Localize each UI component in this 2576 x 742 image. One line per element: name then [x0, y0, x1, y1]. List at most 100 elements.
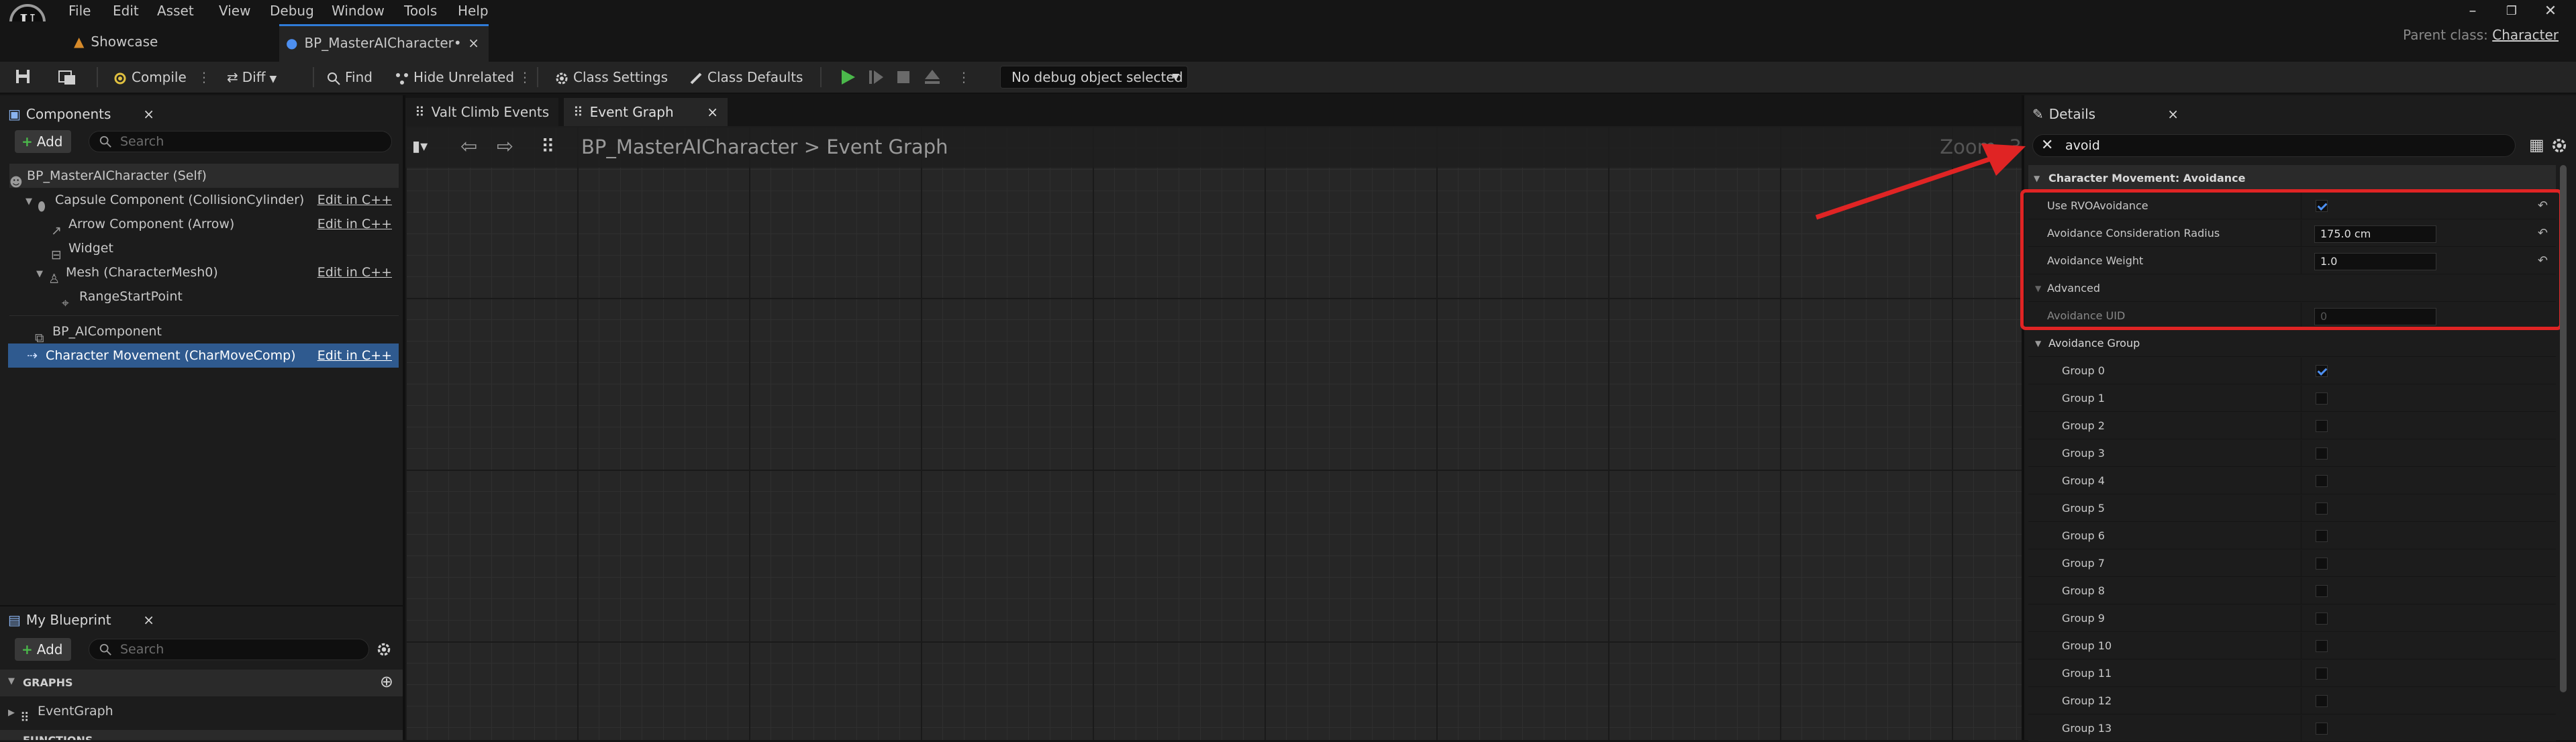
- play-button[interactable]: [839, 62, 856, 93]
- group-checkbox[interactable]: [2316, 585, 2328, 597]
- gear-icon: [556, 72, 568, 84]
- event-graph-label: EventGraph: [38, 704, 113, 719]
- close-tab-icon[interactable]: ×: [468, 26, 479, 60]
- menu-window[interactable]: Window: [332, 0, 385, 21]
- group-checkbox[interactable]: [2316, 530, 2328, 542]
- tab-event-graph[interactable]: ⠿ Event Graph ×: [564, 98, 728, 126]
- forward-arrow-icon[interactable]: ⇨: [497, 126, 513, 168]
- menu-tools[interactable]: Tools: [404, 0, 437, 21]
- menu-view[interactable]: View: [219, 0, 250, 21]
- group-checkbox[interactable]: [2316, 502, 2328, 515]
- compile-options-icon[interactable]: ⋮: [197, 62, 211, 93]
- add-graph-icon[interactable]: ⊕: [380, 672, 393, 691]
- tab-components[interactable]: ▣ Components ×: [0, 101, 164, 127]
- minimize-icon[interactable]: –: [2459, 3, 2486, 19]
- clear-search-icon[interactable]: ✕: [2041, 135, 2053, 156]
- close-window-icon[interactable]: ✕: [2537, 3, 2564, 19]
- breadcrumb: BP_MasterAICharacter > Event Graph: [581, 126, 948, 168]
- hide-unrelated-options-icon[interactable]: ⋮: [518, 62, 532, 93]
- menu-help[interactable]: Help: [458, 0, 489, 21]
- arrow-icon: ↗: [51, 223, 62, 238]
- class-settings-button[interactable]: Class Settings: [554, 62, 668, 93]
- plus-icon: +: [21, 641, 33, 657]
- eject-button[interactable]: [924, 62, 941, 93]
- avoidance-group-header[interactable]: ▼ Avoidance Group: [2028, 330, 2556, 357]
- functions-section-header[interactable]: FUNCTIONS: [0, 730, 403, 740]
- expand-triangle-icon[interactable]: ▼: [26, 190, 38, 214]
- save-icon[interactable]: [15, 62, 31, 93]
- tree-item-bp-aicomponent[interactable]: ⧉ BP_AIComponent: [35, 319, 399, 346]
- close-tab-icon[interactable]: ×: [143, 101, 154, 127]
- hide-unrelated-button[interactable]: Hide Unrelated: [395, 62, 514, 93]
- edit-in-cpp-link[interactable]: Edit in C++: [317, 212, 392, 236]
- tree-item-self[interactable]: ☻ BP_MasterAICharacter (Self): [9, 164, 399, 190]
- edit-in-cpp-link[interactable]: Edit in C++: [317, 260, 392, 284]
- widget-icon: ⊟: [51, 247, 62, 262]
- grid-view-icon[interactable]: ▦: [2529, 136, 2544, 154]
- tab-bp-master-ai-character[interactable]: ● BP_MasterAICharacter• ×: [279, 24, 489, 62]
- group-checkbox[interactable]: [2316, 668, 2328, 680]
- tab-my-blueprint[interactable]: ▤ My Blueprint ×: [0, 606, 164, 633]
- close-tab-icon[interactable]: ×: [143, 606, 154, 633]
- components-search-input[interactable]: Search: [89, 131, 392, 152]
- close-tab-icon[interactable]: ×: [707, 98, 718, 126]
- collapse-triangle-icon[interactable]: ▶: [8, 701, 20, 725]
- tree-item-arrow[interactable]: ↗ Arrow Component (Arrow) Edit in C++: [51, 212, 399, 238]
- class-settings-label: Class Settings: [573, 69, 668, 85]
- group-checkbox[interactable]: [2316, 475, 2328, 487]
- parent-class-link[interactable]: Character: [2492, 27, 2559, 43]
- browse-icon[interactable]: [58, 62, 78, 93]
- tab-showcase[interactable]: ▲ Showcase: [74, 25, 262, 58]
- graphs-section-header[interactable]: ▼ GRAPHS ⊕: [0, 670, 403, 696]
- group-checkbox[interactable]: [2316, 640, 2328, 652]
- breadcrumb-graph[interactable]: Event Graph: [826, 136, 948, 158]
- add-component-button[interactable]: + Add: [15, 130, 71, 153]
- debug-object-select[interactable]: No debug object selected ▼: [1000, 66, 1188, 89]
- menu-asset[interactable]: Asset: [157, 0, 194, 21]
- tab-details[interactable]: ✎ Details ×: [2024, 101, 2188, 127]
- tab-valt-climb-events[interactable]: ⠿ Valt Climb Events: [405, 98, 558, 126]
- back-arrow-icon[interactable]: ⇦: [460, 126, 477, 168]
- group-checkbox[interactable]: [2316, 723, 2328, 735]
- group-checkbox[interactable]: [2316, 392, 2328, 405]
- stop-button[interactable]: [895, 62, 911, 93]
- restore-icon[interactable]: ❐: [2498, 4, 2525, 18]
- tree-item-mesh[interactable]: ▼ ♙ Mesh (CharacterMesh0) Edit in C++: [36, 260, 399, 286]
- tree-item-widget[interactable]: ⊟ Widget: [51, 236, 399, 262]
- play-options-icon[interactable]: ⋮: [957, 62, 971, 93]
- menu-debug[interactable]: Debug: [270, 0, 314, 21]
- step-button[interactable]: [867, 62, 885, 93]
- menu-edit[interactable]: Edit: [113, 0, 139, 21]
- graph-canvas[interactable]: [405, 126, 2022, 740]
- group-label: Group 3: [2062, 447, 2105, 460]
- breadcrumb-blueprint[interactable]: BP_MasterAICharacter: [581, 136, 797, 158]
- group-checkbox[interactable]: [2316, 365, 2328, 377]
- class-defaults-button[interactable]: Class Defaults: [689, 62, 803, 93]
- group-checkbox[interactable]: [2316, 695, 2328, 707]
- bookmark-icon[interactable]: ▮▾: [412, 126, 428, 168]
- edit-in-cpp-link[interactable]: Edit in C++: [317, 188, 392, 212]
- tree-item-eventgraph[interactable]: ▶ ⠿ EventGraph: [8, 699, 397, 725]
- tree-item-capsule[interactable]: ▼ ⬮ Capsule Component (CollisionCylinder) …: [26, 188, 399, 214]
- group-checkbox[interactable]: [2316, 558, 2328, 570]
- expand-triangle-icon[interactable]: ▼: [36, 262, 48, 286]
- group-checkbox[interactable]: [2316, 613, 2328, 625]
- details-search-input[interactable]: ✕ avoid: [2032, 134, 2516, 157]
- tree-item-character-movement[interactable]: ⇢ Character Movement (CharMoveComp) Edit…: [8, 343, 399, 368]
- edit-in-cpp-link[interactable]: Edit in C++: [317, 343, 392, 368]
- compile-button[interactable]: Compile: [113, 62, 187, 93]
- add-member-button[interactable]: + Add: [15, 638, 71, 661]
- menu-file[interactable]: File: [68, 0, 91, 21]
- find-label: Find: [345, 69, 373, 85]
- find-button[interactable]: Find: [326, 62, 373, 93]
- gear-icon[interactable]: [376, 641, 392, 657]
- close-tab-icon[interactable]: ×: [2167, 101, 2179, 127]
- gear-icon[interactable]: [2550, 137, 2568, 154]
- details-scrollbar[interactable]: [2560, 165, 2567, 692]
- tree-item-rangestartpoint[interactable]: ⌖ RangeStartPoint: [62, 284, 399, 311]
- group-checkbox[interactable]: [2316, 447, 2328, 460]
- category-character-movement-avoidance[interactable]: ▼ Character Movement: Avoidance: [2028, 165, 2556, 192]
- diff-button[interactable]: ⇄ Diff ▼: [227, 62, 277, 93]
- group-checkbox[interactable]: [2316, 420, 2328, 432]
- my-blueprint-search-input[interactable]: Search: [89, 639, 369, 660]
